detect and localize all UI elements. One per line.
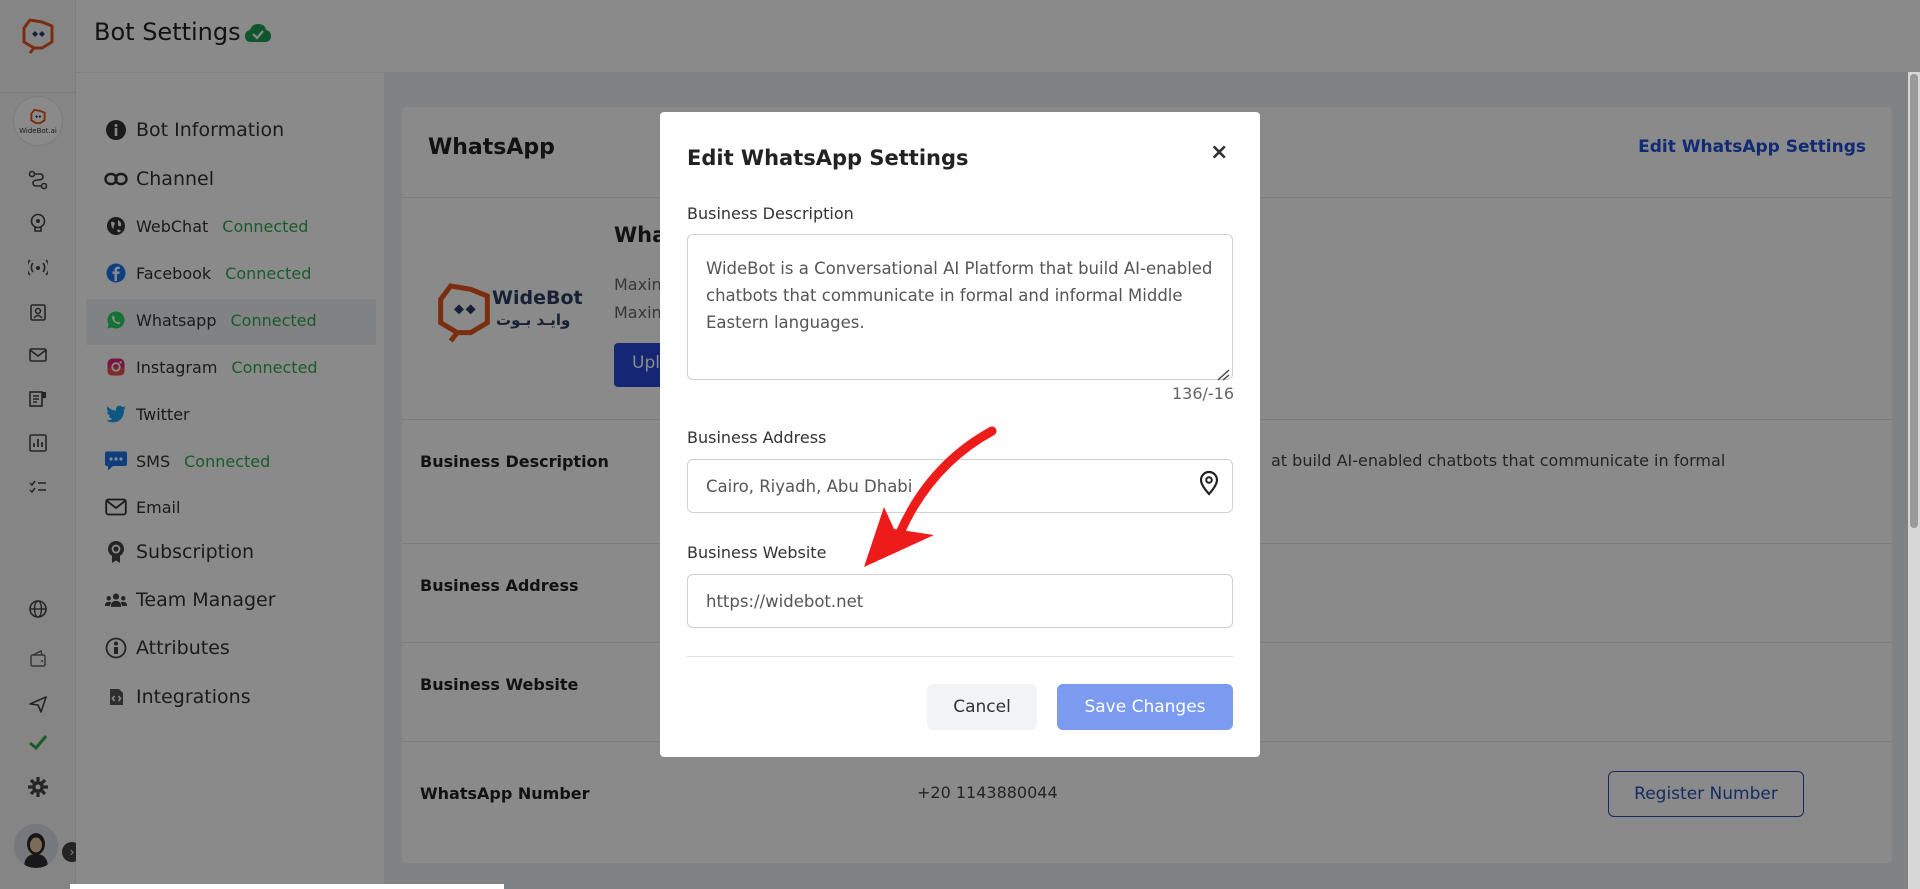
modal-divider: [687, 656, 1233, 657]
annotation-arrow-icon: [850, 425, 1002, 577]
business-description-textarea[interactable]: WideBot is a Conversational AI Platform …: [687, 234, 1233, 380]
field-label: Business Address: [687, 428, 827, 447]
resize-handle-icon[interactable]: [1216, 366, 1230, 381]
save-changes-button[interactable]: Save Changes: [1057, 684, 1233, 730]
page-scrollbar[interactable]: [1908, 72, 1920, 889]
close-icon[interactable]: ×: [1210, 140, 1228, 165]
business-website-input[interactable]: [687, 574, 1233, 628]
field-label: Business Description: [687, 204, 854, 223]
location-pin-icon[interactable]: [1198, 470, 1220, 496]
bottom-progress-strip: [70, 884, 504, 889]
char-counter: 136/-16: [1172, 384, 1235, 403]
modal-title: Edit WhatsApp Settings: [687, 146, 969, 170]
field-label: Business Website: [687, 543, 827, 562]
cancel-button[interactable]: Cancel: [927, 684, 1037, 730]
scrollbar-thumb[interactable]: [1910, 74, 1918, 528]
